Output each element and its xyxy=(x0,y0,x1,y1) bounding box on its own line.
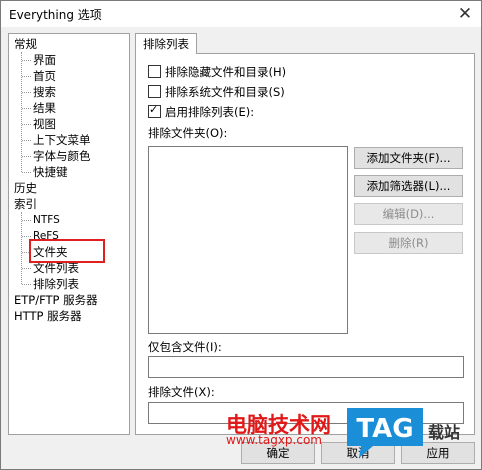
tree-item-search[interactable]: 搜索 xyxy=(33,84,56,100)
exclude-list-panel: 排除隐藏文件和目录(H) 排除系统文件和目录(S) 启用排除列表(E): 排除文… xyxy=(135,53,475,435)
exclude-folders-list[interactable] xyxy=(148,146,348,334)
tree-item-ntfs[interactable]: NTFS xyxy=(33,212,60,228)
tree-item-index[interactable]: 索引 xyxy=(14,196,37,212)
exclude-files-label: 排除文件(X): xyxy=(148,385,215,399)
exclude-system-label: 排除系统文件和目录(S) xyxy=(165,85,285,99)
tree-item-context-menu[interactable]: 上下文菜单 xyxy=(33,132,91,148)
tree-item-results[interactable]: 结果 xyxy=(33,100,56,116)
tab-exclude-list[interactable]: 排除列表 xyxy=(135,33,197,54)
tree-item-fonts-colors[interactable]: 字体与颜色 xyxy=(33,148,91,164)
exclude-hidden-label: 排除隐藏文件和目录(H) xyxy=(165,65,287,79)
add-filter-button[interactable]: 添加筛选器(L)... xyxy=(354,175,463,197)
tree-connector xyxy=(21,52,22,172)
tree-item-exclude-list[interactable]: 排除列表 xyxy=(33,276,79,292)
enable-exclude-label: 启用排除列表(E): xyxy=(165,105,255,119)
exclude-hidden-checkbox[interactable]: 排除隐藏文件和目录(H) xyxy=(148,65,286,81)
checkbox-box-checked[interactable] xyxy=(148,103,161,118)
tree-connector xyxy=(21,212,22,284)
exclude-folders-label: 排除文件夹(O): xyxy=(148,126,228,140)
tree-item-history[interactable]: 历史 xyxy=(14,180,37,196)
include-only-files-input[interactable] xyxy=(148,356,464,378)
checkbox-box[interactable] xyxy=(148,85,161,98)
options-window: Everything 选项 ✕ 常规 界面 首页 搜索 结果 视图 上下文菜单 … xyxy=(0,0,482,470)
checkbox-box[interactable] xyxy=(148,65,161,78)
tree-item-ui[interactable]: 界面 xyxy=(33,52,56,68)
tree-item-general[interactable]: 常规 xyxy=(14,36,37,52)
tree-item-hotkeys[interactable]: 快捷键 xyxy=(33,164,68,180)
options-tree[interactable]: 常规 界面 首页 搜索 结果 视图 上下文菜单 字体与颜色 快捷键 历史 索引 … xyxy=(8,33,130,435)
tag-logo-icon: TAG xyxy=(347,408,423,458)
tree-item-ftp-server[interactable]: ETP/FTP 服务器 xyxy=(14,292,98,308)
watermark-side-text: 载站 xyxy=(428,423,461,442)
tree-item-view[interactable]: 视图 xyxy=(33,116,56,132)
edit-button[interactable]: 编辑(D)... xyxy=(354,203,463,225)
annotation-highlight-box xyxy=(29,239,105,263)
title-bar: Everything 选项 ✕ xyxy=(1,1,481,27)
delete-button[interactable]: 删除(R) xyxy=(354,232,463,254)
watermark-logo-text: TAG xyxy=(356,414,413,444)
exclude-system-checkbox[interactable]: 排除系统文件和目录(S) xyxy=(148,85,285,101)
tree-item-http-server[interactable]: HTTP 服务器 xyxy=(14,308,82,324)
enable-exclude-checkbox[interactable]: 启用排除列表(E): xyxy=(148,103,255,121)
include-only-files-label: 仅包含文件(I): xyxy=(148,340,222,354)
tree-item-home[interactable]: 首页 xyxy=(33,68,56,84)
add-folder-button[interactable]: 添加文件夹(F)... xyxy=(354,147,463,169)
watermark-url: www.tagxp.com xyxy=(226,433,322,447)
window-title: Everything 选项 xyxy=(9,8,102,22)
close-icon[interactable]: ✕ xyxy=(455,4,475,24)
